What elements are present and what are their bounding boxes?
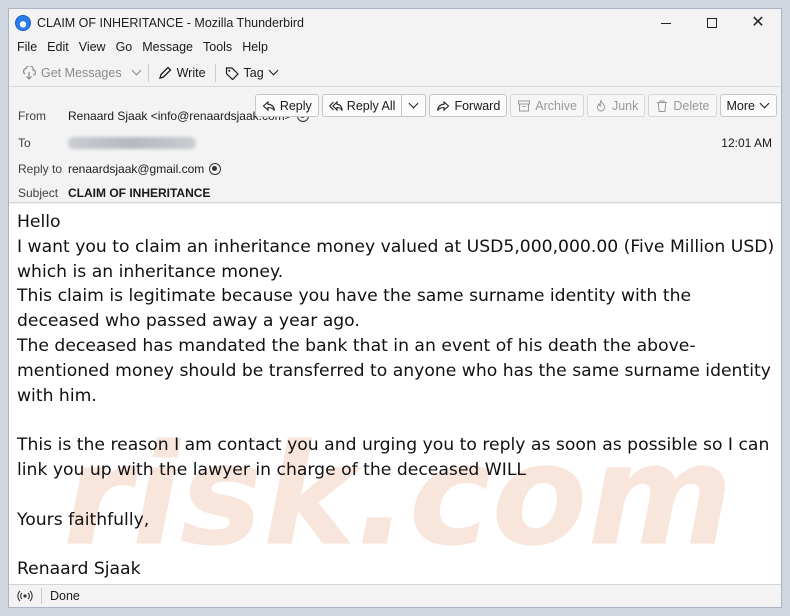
to-value-redacted: [68, 137, 196, 149]
delete-label: Delete: [673, 98, 710, 113]
menu-message[interactable]: Message: [138, 40, 197, 54]
main-toolbar: Get Messages Write Tag: [9, 59, 781, 87]
menu-edit[interactable]: Edit: [43, 40, 73, 54]
body-line: This is the reason I am contact you and …: [17, 435, 770, 480]
forward-icon: [437, 100, 450, 111]
reply-to-row: Reply to renaardsjaak@gmail.com: [9, 160, 309, 178]
archive-icon: [518, 100, 531, 111]
body-line: Hello: [17, 212, 61, 232]
more-dropdown-icon: [759, 98, 770, 109]
body-line: Renaard Sjaak: [17, 559, 141, 580]
get-messages-dropdown-icon[interactable]: [131, 65, 142, 76]
get-messages-icon: [22, 65, 36, 80]
close-button[interactable]: ✕: [735, 9, 781, 37]
forward-label: Forward: [454, 98, 501, 113]
reply-all-label: Reply All: [346, 98, 396, 113]
menu-help[interactable]: Help: [238, 40, 272, 54]
from-label: From: [18, 109, 46, 123]
tag-label: Tag: [243, 65, 264, 80]
archive-label: Archive: [535, 98, 577, 113]
reply-all-icon: [328, 100, 343, 111]
to-label: To: [18, 136, 31, 150]
junk-label: Junk: [611, 98, 639, 113]
email-body-text: Hello I want you to claim an inheritance…: [17, 210, 775, 582]
thunderbird-window: CLAIM OF INHERITANCE - Mozilla Thunderbi…: [8, 8, 782, 608]
reply-button[interactable]: Reply: [254, 94, 319, 117]
menu-go[interactable]: Go: [112, 40, 137, 54]
archive-button[interactable]: Archive: [510, 94, 584, 117]
reply-label: Reply: [279, 98, 312, 113]
message-time: 12:01 AM: [721, 136, 772, 150]
minimize-icon: [661, 22, 671, 24]
minimize-button[interactable]: [643, 9, 689, 37]
menu-file[interactable]: File: [13, 40, 41, 54]
reply-to-value-wrap: renaardsjaak@gmail.com: [68, 162, 222, 176]
more-label: More: [726, 98, 755, 113]
subject-label: Subject: [18, 186, 59, 200]
message-body-pane[interactable]: risk.com Hello I want you to claim an in…: [9, 204, 781, 585]
toolbar-separator: [147, 63, 149, 82]
body-line: The deceased has mandated the bank that …: [17, 335, 771, 406]
tag-dropdown-icon: [268, 65, 279, 76]
get-messages-label: Get Messages: [41, 65, 122, 80]
menu-bar: File Edit View Go Message Tools Help: [9, 37, 781, 57]
activity-icon[interactable]: [15, 589, 35, 603]
reply-icon: [262, 100, 275, 111]
reply-all-button[interactable]: Reply All: [321, 94, 403, 117]
thunderbird-logo-icon: [15, 15, 31, 31]
tag-button[interactable]: Tag: [220, 62, 286, 84]
toolbar-separator: [214, 63, 216, 82]
chevron-down-icon: [408, 98, 419, 109]
maximize-button[interactable]: [689, 9, 735, 37]
to-row: To 12:01 AM: [9, 134, 781, 152]
pencil-icon: [158, 66, 172, 79]
subject-value: CLAIM OF INHERITANCE: [68, 186, 211, 200]
title-bar: CLAIM OF INHERITANCE - Mozilla Thunderbi…: [9, 9, 781, 37]
status-separator: [41, 588, 42, 604]
window-title: CLAIM OF INHERITANCE - Mozilla Thunderbi…: [37, 16, 304, 30]
close-icon: ✕: [751, 14, 765, 31]
junk-button[interactable]: Junk: [586, 94, 646, 117]
get-messages-button[interactable]: Get Messages: [17, 62, 127, 84]
tag-icon: [225, 66, 239, 80]
body-line: Yours faithfully,: [17, 509, 150, 530]
redacted-recipient: [68, 137, 196, 149]
write-button[interactable]: Write: [153, 62, 211, 84]
menu-view[interactable]: View: [75, 40, 110, 54]
body-line: I want you to claim an inheritance money…: [17, 236, 775, 282]
junk-flame-icon: [596, 98, 605, 111]
trash-icon: [657, 100, 668, 112]
reply-to-value[interactable]: renaardsjaak@gmail.com: [68, 162, 204, 176]
status-text: Done: [50, 589, 80, 603]
status-bar: Done: [9, 584, 781, 607]
reply-to-label: Reply to: [18, 162, 63, 176]
forward-button[interactable]: Forward: [429, 94, 508, 117]
write-label: Write: [176, 65, 206, 80]
delete-button[interactable]: Delete: [648, 94, 717, 117]
subject-row: Subject CLAIM OF INHERITANCE: [9, 184, 409, 202]
menu-tools[interactable]: Tools: [199, 40, 236, 54]
maximize-icon: [707, 18, 717, 28]
body-line: This claim is legitimate because you hav…: [17, 286, 692, 332]
contact-icon[interactable]: [209, 163, 222, 175]
message-action-bar: Reply Reply All Forward Archive Junk Del…: [252, 94, 777, 117]
more-button[interactable]: More: [719, 94, 777, 117]
message-header: From Renaard Sjaak <info@renaardsjaak.co…: [9, 88, 781, 203]
reply-all-dropdown[interactable]: [402, 94, 427, 117]
